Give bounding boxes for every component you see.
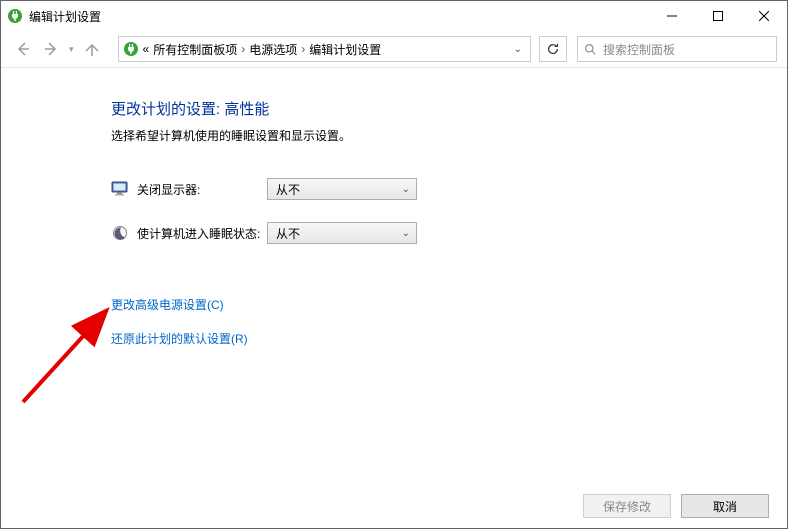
address-bar[interactable]: « 所有控制面板项 › 电源选项 › 编辑计划设置 ⌄	[118, 36, 531, 62]
combo-value: 从不	[276, 225, 300, 242]
plan-name: 高性能	[224, 101, 269, 118]
titlebar: 编辑计划设置	[1, 1, 787, 31]
button-row: 保存修改 取消	[1, 494, 787, 528]
setting-row-sleep: 使计算机进入睡眠状态: 从不 ⌄	[111, 222, 747, 244]
power-options-icon	[7, 8, 23, 24]
heading-prefix: 更改计划的设置:	[111, 101, 224, 118]
content-area: 更改计划的设置: 高性能 选择希望计算机使用的睡眠设置和显示设置。 关闭显示器:…	[1, 68, 787, 494]
restore-defaults-link[interactable]: 还原此计划的默认设置(R)	[111, 330, 248, 347]
cancel-button[interactable]: 取消	[681, 494, 769, 518]
breadcrumb-item[interactable]: 电源选项	[249, 41, 297, 58]
location-power-icon	[123, 41, 139, 57]
advanced-power-settings-link[interactable]: 更改高级电源设置(C)	[111, 296, 224, 313]
back-button[interactable]	[11, 37, 35, 61]
refresh-button[interactable]	[539, 36, 567, 62]
display-off-combobox[interactable]: 从不 ⌄	[267, 178, 417, 200]
forward-button[interactable]	[39, 37, 63, 61]
maximize-button[interactable]	[695, 1, 741, 31]
annotation-arrow	[15, 300, 125, 410]
breadcrumb-separator-icon: ›	[241, 42, 245, 56]
breadcrumb-item[interactable]: 所有控制面板项	[153, 41, 237, 58]
chevron-down-icon: ⌄	[402, 228, 410, 239]
window: 编辑计划设置 ▾	[0, 0, 788, 529]
search-box[interactable]: 搜索控制面板	[577, 36, 777, 62]
search-icon	[584, 43, 597, 56]
chevron-down-icon: ⌄	[402, 184, 410, 195]
save-button[interactable]: 保存修改	[583, 494, 671, 518]
recent-locations-chevron-icon[interactable]: ▾	[69, 44, 74, 55]
window-title: 编辑计划设置	[29, 8, 649, 25]
breadcrumb-item[interactable]: 编辑计划设置	[309, 41, 381, 58]
monitor-icon	[111, 180, 129, 198]
breadcrumb-separator-icon: ›	[301, 42, 305, 56]
links-section: 更改高级电源设置(C) 还原此计划的默认设置(R)	[111, 280, 747, 348]
navigation-bar: ▾ « 所有控制面板项 › 电源选项 › 编辑计划设置 ⌄	[1, 31, 787, 67]
setting-row-display-off: 关闭显示器: 从不 ⌄	[111, 178, 747, 200]
minimize-button[interactable]	[649, 1, 695, 31]
combo-value: 从不	[276, 181, 300, 198]
moon-icon	[111, 224, 129, 242]
sleep-combobox[interactable]: 从不 ⌄	[267, 222, 417, 244]
search-placeholder: 搜索控制面板	[603, 41, 675, 58]
page-heading: 更改计划的设置: 高性能	[111, 98, 747, 119]
up-button[interactable]	[80, 37, 104, 61]
setting-label: 使计算机进入睡眠状态:	[137, 225, 267, 242]
setting-label: 关闭显示器:	[137, 181, 267, 198]
close-button[interactable]	[741, 1, 787, 31]
page-subheading: 选择希望计算机使用的睡眠设置和显示设置。	[111, 127, 747, 144]
window-controls	[649, 1, 787, 31]
address-dropdown-chevron-icon[interactable]: ⌄	[510, 44, 526, 55]
breadcrumb-prefix: «	[143, 42, 150, 56]
